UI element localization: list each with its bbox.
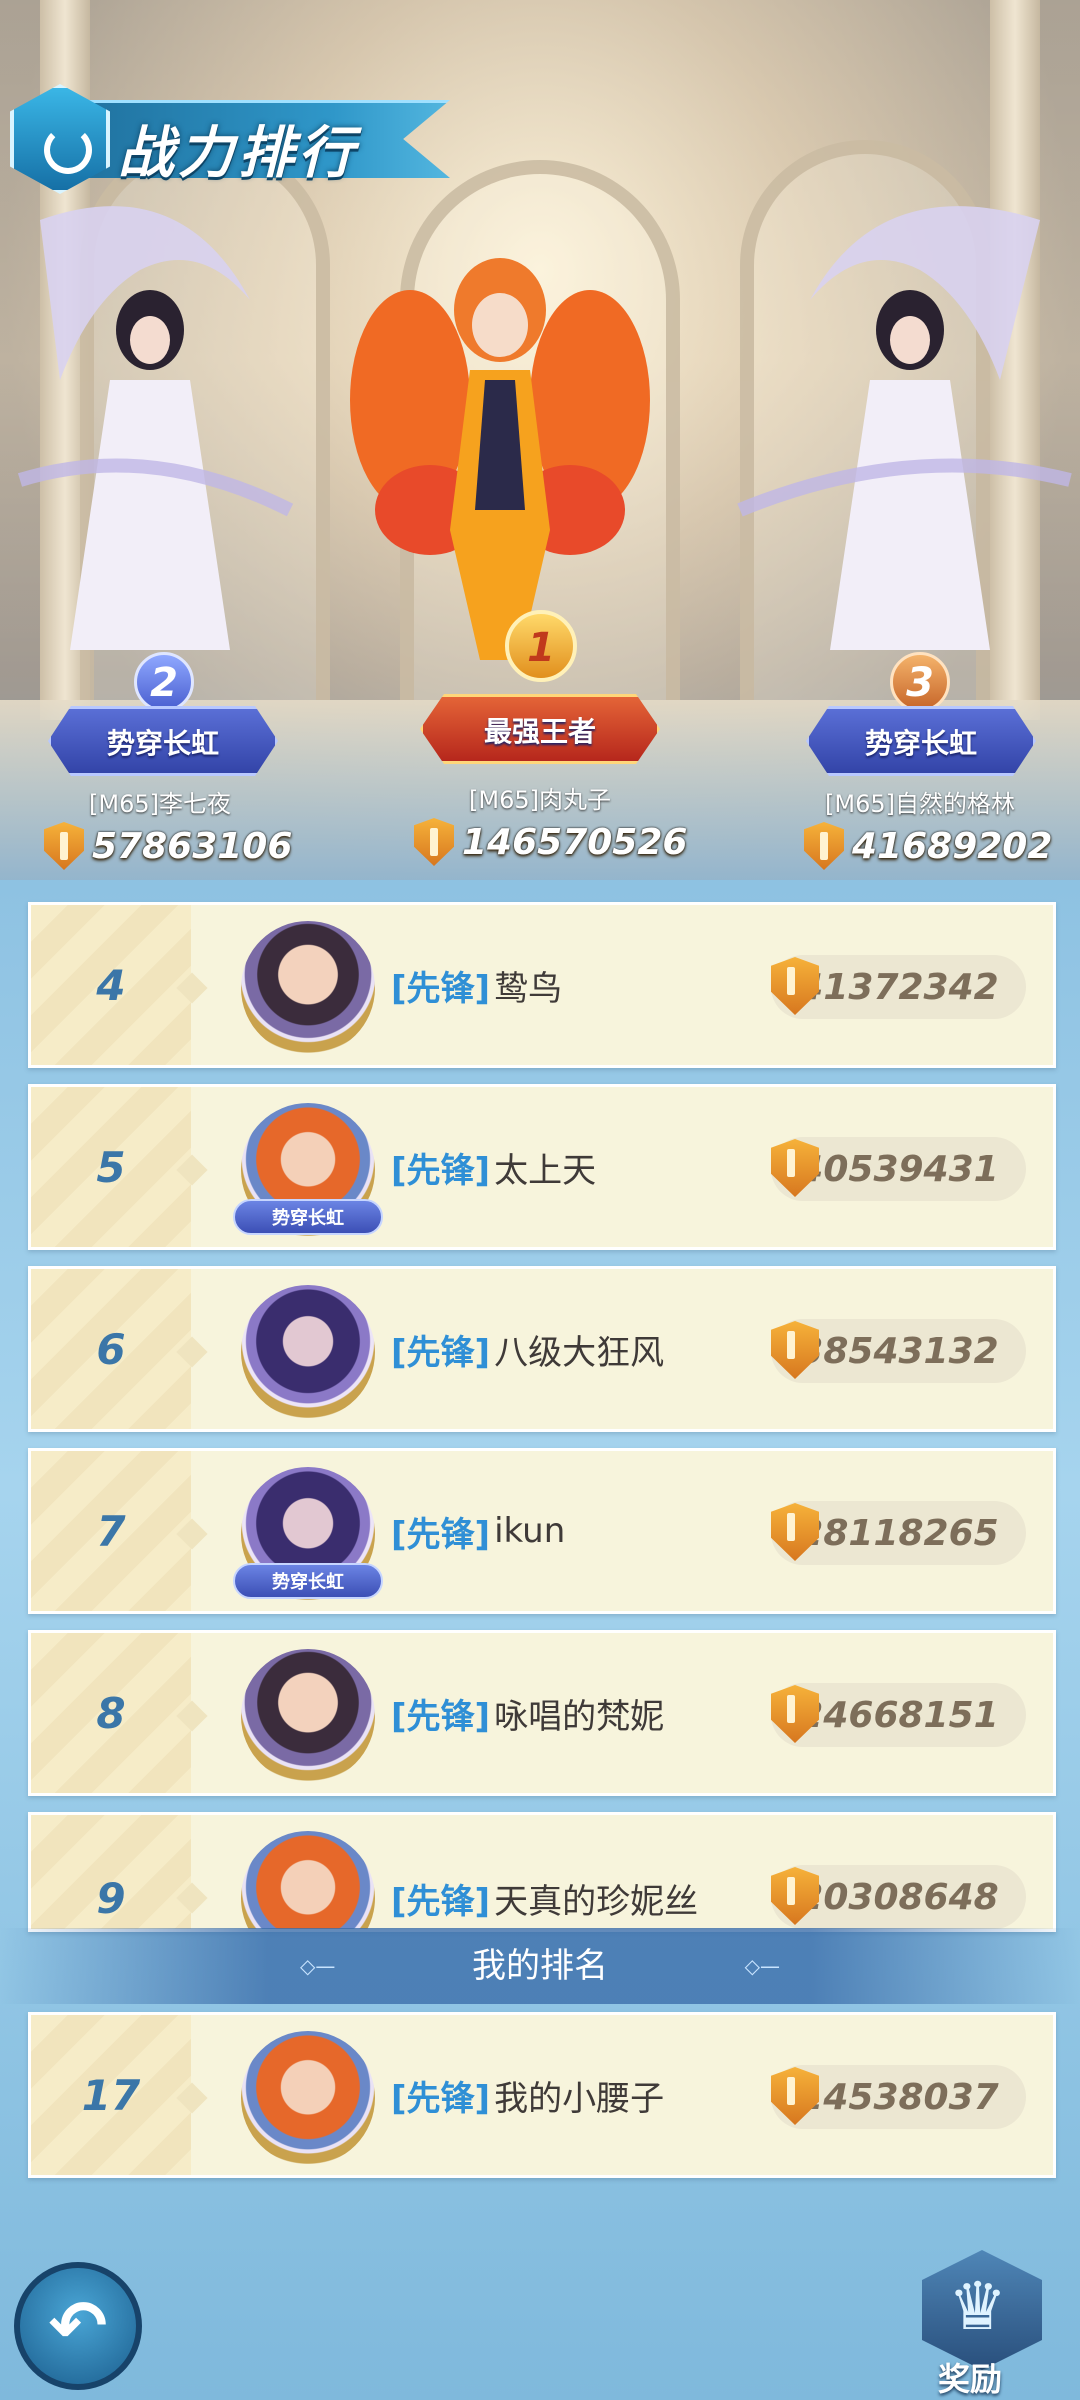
player-name-text: 咏唱的梵妮 [494,1696,665,1737]
power-shield-icon [771,1685,819,1747]
rank-2-power: 57863106 [44,822,292,870]
page-title: 战力排行 [118,121,358,186]
rank-3-player-name[interactable]: [M65]自然的格林 [800,784,1040,819]
rank-1-title-badge: 最强王者 [420,694,660,764]
player-name[interactable]: [先锋] 咏唱的梵妮 [391,1633,664,1793]
ranking-row-5[interactable]: 5 势穿长虹 [先锋] 太上天 40539431 [28,1084,1056,1250]
power-shield-icon [771,1321,819,1383]
rank-number: 4 [96,960,126,1010]
rank-2-player-name[interactable]: [M65]李七夜 [40,784,280,819]
rank-number: 17 [81,2070,141,2120]
ranking-row-6[interactable]: 6 [先锋] 八级大狂风 38543132 [28,1266,1056,1432]
player-avatar[interactable] [241,921,375,1055]
rank-number: 8 [96,1688,126,1738]
back-button[interactable]: ↶ [14,2262,142,2390]
player-avatar[interactable] [241,1285,375,1419]
rank-number: 7 [96,1506,126,1556]
rank-tag: [先锋] [391,1150,491,1191]
power-shield-icon [771,2067,819,2129]
rank-3-power: 41689202 [804,822,1052,870]
player-name-text: 太上天 [494,1150,597,1191]
rank-1-medal: 1 [505,610,577,682]
rank-2-power-value: 57863106 [92,825,293,867]
rank-tag: [先锋] [391,1514,491,1555]
hero-third-place[interactable] [720,180,1080,680]
rank-1-power: 146570526 [414,818,687,866]
player-avatar[interactable] [241,2031,375,2165]
reward-label: 奖励 [938,2360,1003,2398]
avatar-title-badge: 势穿长虹 [233,1199,383,1235]
rank-tag: [先锋] [391,2078,491,2119]
rank-tag: [先锋] [391,1332,491,1373]
ranking-row-8[interactable]: 8 [先锋] 咏唱的梵妮 24668151 [28,1630,1056,1796]
rank-number: 5 [96,1142,126,1192]
power-shield-icon [771,1867,819,1929]
player-avatar[interactable] [241,1831,375,1929]
power-shield-icon [771,957,819,1019]
hero-first-place[interactable] [320,230,680,670]
player-name-text: 鸷鸟 [494,968,563,1009]
crown-icon [922,2250,1042,2370]
ranking-row-7[interactable]: 7 势穿长虹 [先锋] ikun 28118265 [28,1448,1056,1614]
power-shield-icon [771,1139,819,1201]
rank-1-player-name[interactable]: [M65]肉丸子 [420,780,660,815]
player-name[interactable]: [先锋] 我的小腰子 [391,2015,664,2175]
rank-3-title-badge: 势穿长虹 [806,706,1036,776]
player-name[interactable]: [先锋] ikun [391,1451,565,1611]
reward-button[interactable]: 奖励 [910,2250,1060,2400]
player-name[interactable]: [先锋] 太上天 [391,1087,596,1247]
ranking-row-9[interactable]: 9 [先锋] 天真的珍妮丝 20308648 [28,1812,1056,1932]
player-name-text: 我的小腰子 [494,2078,665,2119]
power-shield-icon [771,1503,819,1565]
player-name[interactable]: [先锋] 鸷鸟 [391,905,562,1065]
hero-second-place[interactable] [0,180,310,680]
ranking-row-4[interactable]: 4 [先锋] 鸷鸟 41372342 [28,902,1056,1068]
page-header: 战力排行 [0,84,460,194]
player-name-text: 天真的珍妮丝 [494,1881,699,1922]
power-shield-icon [44,822,84,870]
power-shield-icon [804,822,844,870]
rank-2-medal: 2 [134,652,194,712]
rank-number: 9 [96,1873,126,1923]
player-name[interactable]: [先锋] 八级大狂风 [391,1269,664,1429]
rank-tag: [先锋] [391,968,491,1009]
power-shield-icon [414,818,454,866]
player-name-text: ikun [494,1511,566,1551]
my-rank-section-header: 我的排名 [0,1928,1080,2004]
player-name[interactable]: [先锋] 天真的珍妮丝 [391,1815,699,1929]
rank-2-title-badge: 势穿长虹 [48,706,278,776]
rank-tag: [先锋] [391,1881,491,1922]
rank-1-power-value: 146570526 [462,821,688,863]
rank-3-power-value: 41689202 [852,825,1053,867]
back-arrow-icon: ↶ [48,2285,108,2367]
rank-number: 6 [96,1324,126,1374]
my-ranking-row[interactable]: 17 [先锋] 我的小腰子 14538037 [28,2012,1056,2178]
rank-tag: [先锋] [391,1696,491,1737]
avatar-title-badge: 势穿长虹 [233,1563,383,1599]
player-name-text: 八级大狂风 [494,1332,665,1373]
rank-3-medal: 3 [890,652,950,712]
player-avatar[interactable] [241,1649,375,1783]
